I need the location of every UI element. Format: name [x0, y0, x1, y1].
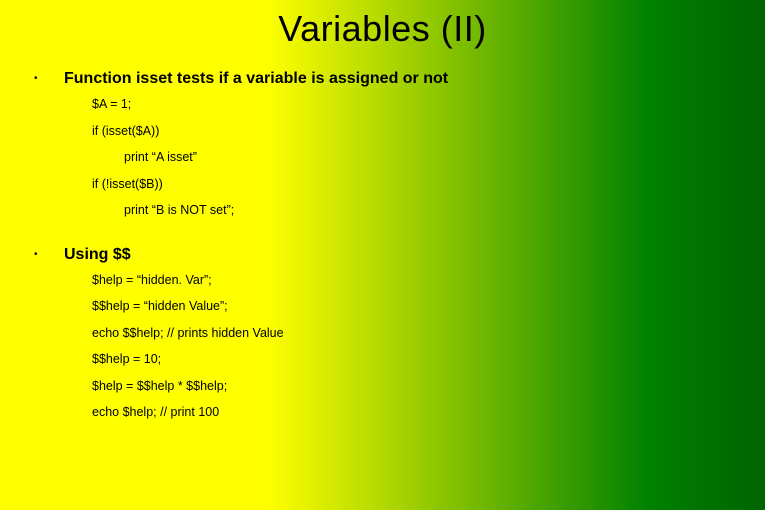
- code-line: $help = $$help * $$help;: [92, 378, 735, 396]
- bullet-dot-icon: •: [30, 68, 64, 90]
- code-line: if (!isset($B)): [92, 176, 735, 194]
- bullet-dot-icon: •: [30, 244, 64, 266]
- code-line: if (isset($A)): [92, 123, 735, 141]
- bullet-2: • Using $$: [30, 244, 735, 266]
- code-block-1: $A = 1; if (isset($A)) print “A isset” i…: [92, 96, 735, 220]
- slide-title: Variables (II): [30, 8, 735, 50]
- spacer: [30, 234, 735, 244]
- slide-content: Variables (II) • Function isset tests if…: [0, 8, 765, 456]
- code-line: print “A isset”: [92, 149, 735, 167]
- code-line: $$help = “hidden Value”;: [92, 298, 735, 316]
- code-line: print “B is NOT set”;: [92, 202, 735, 220]
- bullet-2-text: Using $$: [64, 244, 131, 266]
- code-line: $help = “hidden. Var”;: [92, 272, 735, 290]
- code-line: echo $help; // print 100: [92, 404, 735, 422]
- code-block-2: $help = “hidden. Var”; $$help = “hidden …: [92, 272, 735, 422]
- code-line: echo $$help; // prints hidden Value: [92, 325, 735, 343]
- code-line: $$help = 10;: [92, 351, 735, 369]
- bullet-1: • Function isset tests if a variable is …: [30, 68, 735, 90]
- code-line: $A = 1;: [92, 96, 735, 114]
- bullet-1-text: Function isset tests if a variable is as…: [64, 68, 448, 90]
